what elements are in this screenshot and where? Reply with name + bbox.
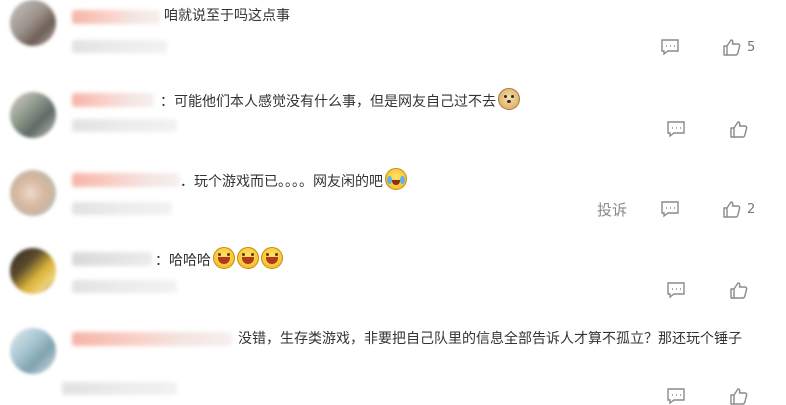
thumbs-up-icon [730, 282, 748, 299]
thumbs-up-icon [730, 388, 748, 405]
thumbs-up-icon [730, 121, 748, 138]
comment-item: 咱就说至于吗这点事 5 [0, 0, 786, 80]
laughing-emoji [213, 247, 235, 269]
comment-bubble-icon [661, 39, 679, 56]
comment-bubble-icon [667, 388, 685, 405]
report-button[interactable]: 投诉 [597, 199, 627, 220]
reply-button[interactable] [666, 120, 686, 138]
avatar[interactable] [10, 0, 56, 46]
comment-item: ：可能他们本人感觉没有什么事，但是网友自己过不去 [0, 85, 786, 165]
thumbs-up-icon [723, 39, 741, 56]
username-blurred[interactable] [72, 252, 152, 266]
avatar[interactable] [10, 170, 56, 216]
comment-text: 咱就说至于吗这点事 [164, 8, 290, 24]
like-button[interactable]: 5 [722, 38, 755, 56]
avatar[interactable] [10, 328, 56, 374]
timestamp-blurred [62, 382, 177, 395]
reply-button[interactable] [660, 38, 680, 56]
comment-text: ：可能他们本人感觉没有什么事，但是网友自己过不去 [160, 88, 520, 113]
comment-text-body: ：可能他们本人感觉没有什么事，但是网友自己过不去 [160, 94, 496, 110]
laughing-emoji [237, 247, 259, 269]
crying-laugh-emoji [385, 168, 407, 190]
timestamp-blurred [72, 280, 177, 293]
like-button[interactable] [729, 120, 754, 138]
laughing-emoji [261, 247, 283, 269]
username-blurred[interactable] [72, 93, 154, 107]
comment-bubble-icon [661, 201, 679, 218]
avatar[interactable] [10, 248, 56, 294]
thumbs-up-icon [723, 201, 741, 218]
like-count: 2 [747, 201, 756, 217]
reply-button[interactable] [660, 200, 680, 218]
timestamp-blurred [72, 202, 172, 215]
like-button[interactable]: 2 [722, 200, 755, 218]
timestamp-blurred [72, 119, 177, 132]
reply-button[interactable] [666, 281, 686, 299]
comment-item: ：哈哈哈 [0, 240, 786, 318]
comment-bubble-icon [667, 282, 685, 299]
comment-item: ．玩个游戏而已。。。。网友闲的吧 投诉 2 [0, 165, 786, 240]
reply-button[interactable] [666, 387, 686, 405]
comment-text: 没错，生存类游戏，非要把自己队里的信息全部告诉人才算不孤立？那还玩个锤子 [238, 331, 742, 347]
comment-bubble-icon [667, 121, 685, 138]
like-count: 5 [747, 39, 756, 55]
avatar[interactable] [10, 92, 56, 138]
timestamp-blurred [72, 40, 167, 53]
comment-text-body: ：哈哈哈 [155, 253, 211, 269]
like-button[interactable] [729, 281, 754, 299]
comment-text-body: ．玩个游戏而已。。。。网友闲的吧 [180, 174, 383, 190]
comment-text: ：哈哈哈 [155, 247, 283, 272]
username-blurred[interactable] [72, 173, 180, 187]
comment-item: 没错，生存类游戏，非要把自己队里的信息全部告诉人才算不孤立？那还玩个锤子 [0, 320, 786, 405]
comment-text: ．玩个游戏而已。。。。网友闲的吧 [180, 168, 407, 193]
like-button[interactable] [729, 387, 754, 405]
username-blurred[interactable] [72, 10, 160, 24]
doge-emoji [498, 88, 520, 110]
